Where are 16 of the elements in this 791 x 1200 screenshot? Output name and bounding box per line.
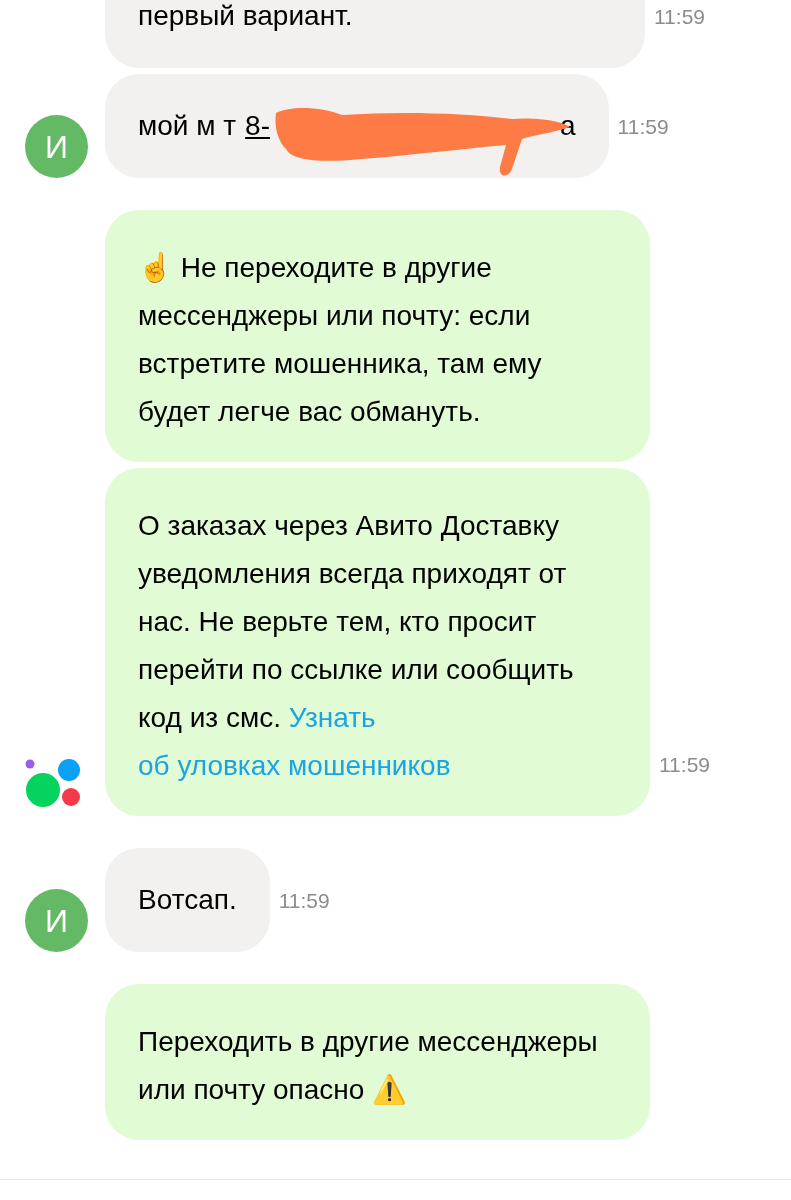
timestamp: 11:59 [654, 3, 705, 30]
message-text: Переходить в другие мессенджеры или почту опасно ⚠ [138, 1025, 599, 1107]
message-text: О заказах через Авито Доставку уведомления всегда приходят от нас. Не верьте тем, кто просит перейти по ссылке или сообщить код из смс. Узнать об уловках мошенников [138, 509, 575, 783]
logo-icon [25, 758, 83, 808]
message-text: Вотсап. [138, 883, 237, 917]
timestamp: 11:59 [278, 887, 330, 914]
timestamp: 11:59 [617, 113, 669, 140]
link[interactable]: об уловках мошенников [138, 750, 451, 781]
message-text: мой м т [138, 109, 237, 143]
message-text: ☝ Не переходите в другие мессенджеры или почту: если встретите мошенника, там ему будет легче вас обмануть. [138, 251, 543, 429]
phone-link[interactable]: 8- [245, 100, 270, 152]
avatar: И [25, 115, 88, 178]
timestamp: 11:59 [659, 751, 710, 778]
avatar: И [25, 889, 88, 952]
message-text: первый вариант. [138, 0, 354, 33]
link[interactable]: Узнать [288, 702, 376, 733]
